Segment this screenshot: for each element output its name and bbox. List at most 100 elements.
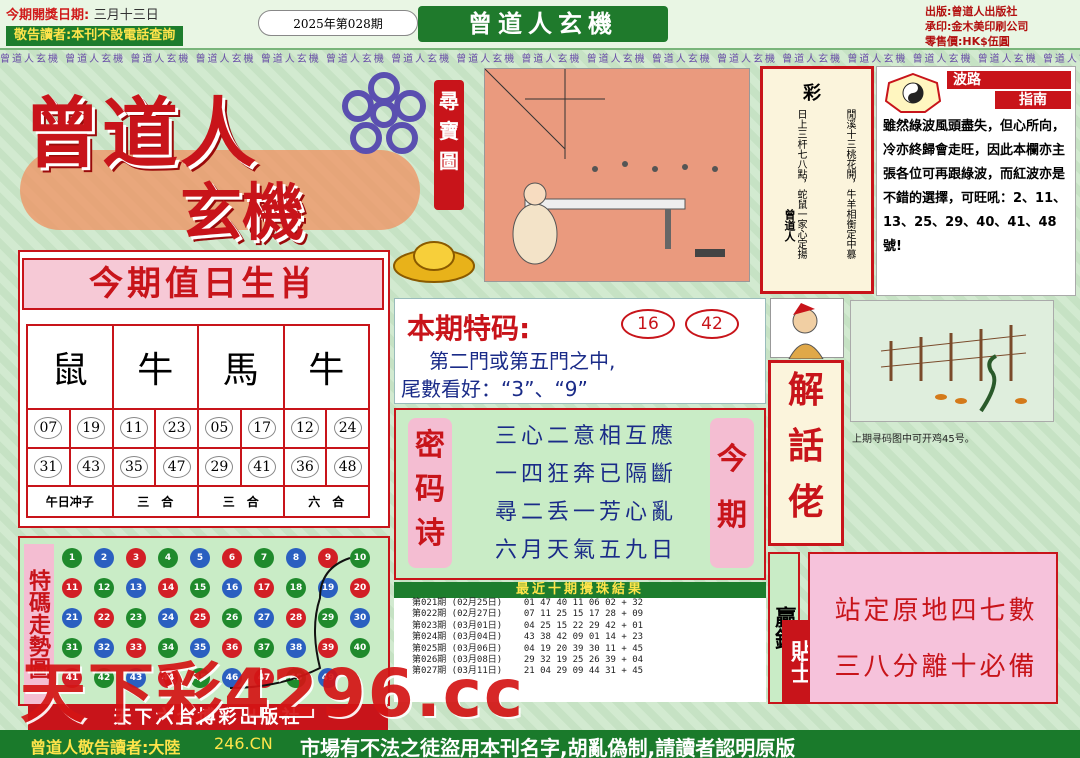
tips-panel: 站定原地四七數 三八分離十必備: [808, 552, 1058, 704]
number-cell: 41: [239, 446, 285, 488]
issue-number: 2025年第028期: [258, 10, 418, 36]
special-number: 42: [685, 309, 739, 339]
treasure-tab-char: 寶: [439, 119, 459, 143]
rat-icon: 鼠: [26, 324, 114, 410]
zodiac-number: 47: [162, 456, 191, 478]
notice: 敬告讀者:本刊不設電話查詢: [6, 26, 184, 46]
zodiac-caption: 三 合: [197, 485, 285, 518]
result-row: 第022期 (02月27日) 07 11 25 15 17 28 + 09: [412, 609, 644, 620]
footer-domain: 246.CN: [214, 734, 273, 753]
number-cell: 47: [154, 446, 199, 488]
footer-text: 市場有不法之徒盜用本刊名字,胡亂偽制,請讀者認明原版: [300, 736, 796, 758]
rings-icon: [342, 72, 426, 154]
footer-prefix: 曾道人敬告讀者:大陸: [30, 738, 181, 757]
zodiac-table: 鼠牛馬牛 07 19 11 23 05 17 12 24 31 43 35 47 29 41 36 48 午日冲子…: [26, 324, 370, 518]
yin-yang-icon: [885, 73, 941, 113]
this-issue-label: 今期: [710, 418, 754, 568]
zodiac-number: 05: [205, 417, 234, 440]
zodiac-number: 48: [333, 456, 362, 478]
interpreter-char: 解: [787, 370, 824, 411]
banner-title: 曾道人玄機: [418, 6, 668, 42]
treasure-tab-char: 圖: [439, 149, 459, 173]
number-cell: 19: [68, 408, 114, 449]
wave-guide-title: 波路: [947, 71, 1071, 89]
number-cell: 23: [154, 408, 199, 449]
zodiac-number: 19: [77, 417, 106, 440]
poem-scroll: 彩 閒溪十三桃花開，牛羊相衡定中慕 日上三杆七八點，蛇鼠一家心定揚 曾道人: [760, 66, 874, 294]
special-line2: 尾數看好：“3”、“9”: [401, 377, 588, 401]
interpreter-char: 話: [787, 426, 824, 467]
last-treasure-picture: [850, 300, 1054, 422]
zodiac-caption: 六 合: [282, 485, 370, 518]
special-title: 本期特码:: [407, 312, 531, 345]
poem-line: 尋二丢一芳心亂: [494, 500, 677, 525]
zodiac-number: 24: [333, 417, 362, 440]
number-cell: 11: [111, 408, 157, 449]
number-cell: 43: [68, 446, 114, 488]
treasure-map-picture: [484, 68, 750, 282]
decorative-strip: 曾道人玄機 曾道人玄機 曾道人玄機 曾道人玄機 曾道人玄機 曾道人玄機 曾道人玄…: [0, 54, 1080, 64]
special-line1: 第二門或第五門之中,: [429, 349, 616, 373]
number-cell: 07: [26, 408, 71, 449]
zodiac-number: 23: [162, 417, 191, 440]
last-treasure-caption: 上期寻码图中可开鸡45号。: [852, 434, 975, 445]
gold-ingot-icon: [393, 241, 475, 283]
number-cell: 29: [197, 446, 242, 488]
tips-line2: 三八分離十必備: [834, 652, 1038, 682]
zodiac-caption: 三 合: [111, 485, 199, 518]
results-title: 最近十期攪珠結果: [394, 582, 766, 598]
number-cell: 05: [197, 408, 242, 449]
zodiac-number: 17: [248, 417, 277, 440]
poem-line: 六月天氣五九日: [494, 538, 677, 563]
special-number: 16: [621, 309, 675, 339]
result-row: 第023期 (03月01日) 04 25 15 22 29 42 + 01: [412, 620, 644, 631]
zodiac-number: 35: [119, 456, 148, 478]
draw-date: 今期開獎日期: 三月十三日: [6, 8, 159, 23]
interpreter-box: 解話佬: [768, 360, 844, 546]
zodiac-number: 43: [77, 456, 106, 478]
zodiac-number: 12: [290, 417, 319, 440]
horse-icon: 馬: [197, 324, 285, 410]
poem-line: 一四狂奔已隔斷: [494, 462, 677, 487]
number-cell: 24: [325, 408, 370, 449]
wave-guide-body: 雖然綠波風頭盡失，但心所向，冷亦終歸會走旺，因此本欄亦主張各位可再跟綠波，而紅波…: [883, 119, 1067, 254]
zodiac-caption: 午日冲子: [26, 485, 114, 518]
zodiac-title: 今期值日生肖: [22, 258, 384, 310]
footer-notice: 曾道人敬告讀者:大陸 246.CN 市場有不法之徒盜用本刊名字,胡亂偽制,請讀者…: [0, 730, 1080, 758]
code-poem-label: 密码诗: [408, 418, 452, 568]
zodiac-number: 36: [290, 456, 319, 478]
treasure-tab-char: 尋: [439, 89, 459, 113]
logo-line2: 玄機: [180, 176, 305, 249]
this-issue-char: 期: [717, 498, 747, 533]
zodiac-number: 29: [205, 456, 234, 478]
publisher-info: 出版:曾道人出版社 承印:金木美印刷公司 零售價:HK$伍圓: [925, 5, 1029, 48]
wave-guide-subtitle: 指南: [995, 91, 1071, 109]
watermark: 天下彩4296.cc: [20, 655, 526, 732]
special-code-panel: 本期特码: 16 42 第二門或第五門之中, 尾數看好：“3”、“9”: [394, 298, 766, 404]
number-cell: 35: [111, 446, 157, 488]
poem-label-char: 码: [415, 472, 445, 507]
number-cell: 48: [325, 446, 370, 488]
header: 今期開獎日期: 三月十三日 敬告讀者:本刊不設電話查詢 2025年第028期 曾…: [0, 0, 1080, 50]
old-man-picture: [770, 298, 844, 360]
interpreter-char: 佬: [787, 482, 824, 523]
tips-line1: 站定原地四七數: [834, 596, 1038, 626]
code-poem-lines: 三心二意相互應 一四狂奔已隔斷 尋二丢一芳心亂 六月天氣五九日: [484, 418, 688, 570]
number-cell: 31: [26, 446, 71, 488]
number-cell: 17: [239, 408, 285, 449]
code-poem-panel: 密码诗 三心二意相互應 一四狂奔已隔斷 尋二丢一芳心亂 六月天氣五九日 今期: [394, 408, 766, 580]
treasure-map-tab: 尋寶圖: [434, 80, 464, 210]
zodiac-number: 41: [248, 456, 277, 478]
ox-icon: 牛: [111, 324, 199, 410]
number-cell: 36: [282, 446, 328, 488]
poem-label-char: 诗: [415, 516, 445, 551]
zodiac-number: 07: [34, 417, 63, 440]
number-cell: 12: [282, 408, 328, 449]
this-issue-char: 今: [717, 442, 747, 477]
result-row: 第021期 (02月25日) 01 47 40 11 06 02 + 32: [412, 598, 644, 608]
zodiac-number: 31: [34, 456, 63, 478]
poem-label-char: 密: [415, 428, 445, 463]
poem-line: 三心二意相互應: [494, 424, 677, 449]
ox-icon: 牛: [282, 324, 370, 410]
wave-guide-panel: 波路 指南 雖然綠波風頭盡失，但心所向，冷亦終歸會走旺，因此本欄亦主張各位可再跟…: [876, 66, 1076, 296]
